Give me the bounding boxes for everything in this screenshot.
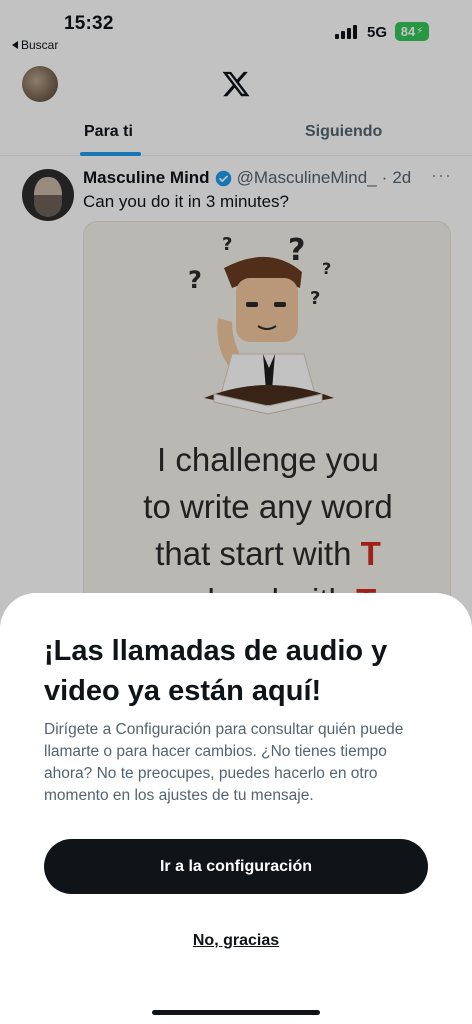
sheet-title: ¡Las llamadas de audio y video ya están … — [44, 635, 388, 707]
no-thanks-button[interactable]: No, gracias — [0, 932, 472, 950]
calls-announcement-sheet: ¡Las llamadas de audio y video ya están … — [0, 593, 472, 1024]
sheet-description: Dirígete a Configuración para consultar … — [44, 721, 404, 804]
home-indicator[interactable] — [152, 1010, 320, 1015]
go-to-settings-button[interactable]: Ir a la configuración — [44, 839, 428, 894]
